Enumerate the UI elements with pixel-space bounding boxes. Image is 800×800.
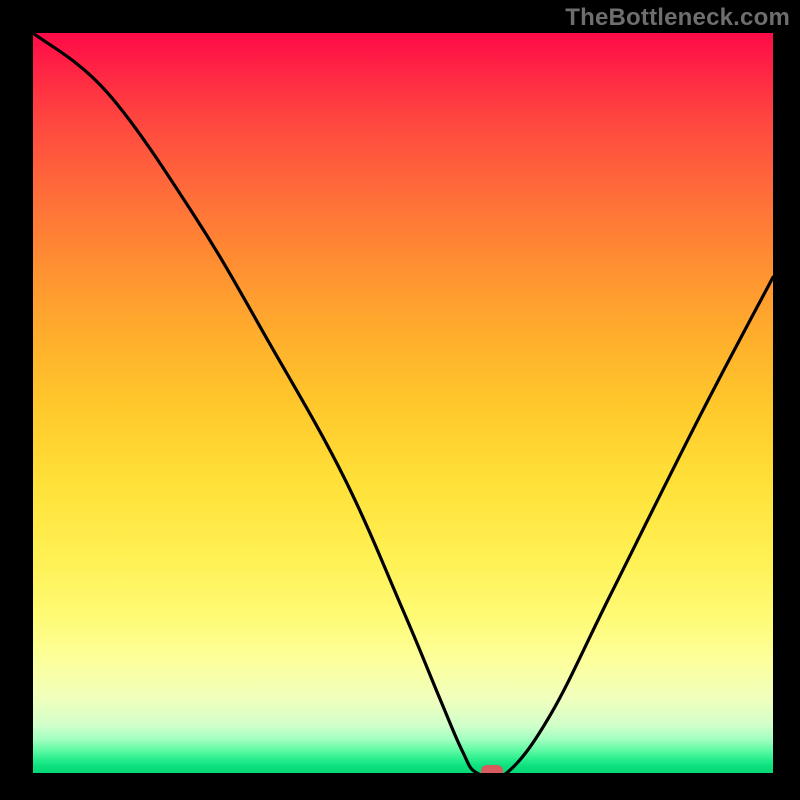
chart-frame: TheBottleneck.com	[0, 0, 800, 800]
optimal-point-marker	[481, 765, 503, 773]
plot-area	[33, 33, 773, 773]
watermark-text: TheBottleneck.com	[565, 4, 790, 32]
bottleneck-curve	[33, 33, 773, 773]
